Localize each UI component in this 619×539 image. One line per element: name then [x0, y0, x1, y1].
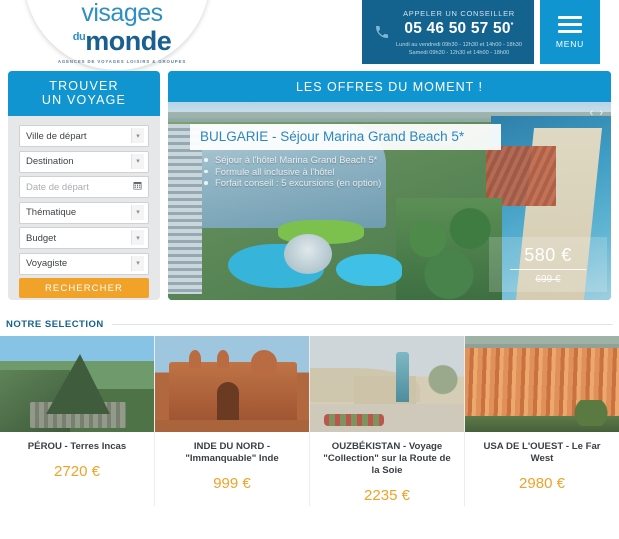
card-title: PÉROU - Terres Incas	[27, 441, 127, 452]
select-thematique-label: Thématique	[26, 207, 77, 218]
hours-saturday: Samedi 09h30 - 12h30 et 14h00 - 18h00	[408, 50, 510, 56]
card-image-inde	[155, 336, 309, 432]
chevron-down-icon: ▾	[131, 128, 144, 143]
search-panel: TROUVER UN VOYAGE Ville de départ ▾ Dest…	[8, 71, 160, 300]
contact-texts: APPELER UN CONSEILLER 05 46 50 57 50* Lu…	[396, 7, 522, 57]
offers-title: LES OFFRES DU MOMENT !	[168, 71, 611, 102]
logo-du: du	[72, 31, 86, 43]
input-date-depart[interactable]: Date de départ	[19, 176, 149, 198]
price-divider	[510, 269, 586, 270]
page-root: visages dumonde AGENCES DE VOYAGES LOISI…	[0, 0, 619, 539]
selection-cards: PÉROU - Terres Incas 2720 € INDE DU NORD…	[0, 336, 619, 506]
slider-arrows: ‹ ›	[590, 108, 603, 119]
logo-line1: visages	[81, 0, 163, 27]
offer-bullet: Formule all inclusive à l'hôtel	[204, 166, 381, 178]
calendar-icon[interactable]	[133, 181, 142, 190]
select-budget-label: Budget	[26, 232, 57, 244]
select-ville-depart-label: Ville de départ	[26, 130, 87, 142]
chevron-down-icon: ▾	[131, 230, 144, 245]
hamburger-icon	[558, 15, 582, 37]
top-row: TROUVER UN VOYAGE Ville de départ ▾ Dest…	[0, 71, 619, 308]
select-ville-depart[interactable]: Ville de départ ▾	[19, 125, 149, 147]
card-title: USA DE L'OUEST - Le Far West	[483, 441, 601, 464]
menu-label: MENU	[555, 38, 585, 49]
card-image-ouzbekistan	[310, 336, 464, 432]
menu-button[interactable]: MENU	[540, 0, 600, 64]
search-fields: Ville de départ ▾ Destination ▾ Date de …	[8, 116, 160, 275]
phone-number: 05 46 50 57 50	[404, 20, 511, 37]
card-body: PÉROU - Terres Incas 2720 €	[0, 432, 154, 480]
select-voyagiste[interactable]: Voyagiste ▾	[19, 252, 149, 275]
card-body: USA DE L'OUEST - Le Far West 2980 €	[465, 432, 619, 492]
hours-weekday: Lundi au vendredi 09h30 - 12h30 et 14h00…	[396, 42, 522, 48]
phone-icon	[376, 26, 389, 38]
logo-line2: dumonde	[52, 25, 192, 56]
offer-old-price: 699 €	[535, 274, 561, 285]
offer-title: BULGARIE - Séjour Marina Grand Beach 5*	[190, 124, 501, 150]
search-submit-button[interactable]: RECHERCHER	[19, 278, 149, 298]
offer-price: 580 €	[524, 245, 572, 265]
offer-slide[interactable]: ‹ › BULGARIE - Séjour Marina Grand Beach…	[168, 102, 611, 300]
card-body: OUZBÉKISTAN - Voyage "Collection" sur la…	[310, 432, 464, 504]
selection-divider	[111, 324, 613, 325]
card-image-peru	[0, 336, 154, 432]
offer-bullet: Séjour à l'hôtel Marina Grand Beach 5*	[204, 154, 381, 166]
search-title-line2: UN VOYAGE	[41, 93, 127, 107]
select-budget[interactable]: Budget ▾	[19, 227, 149, 249]
chevron-down-icon: ▾	[131, 153, 144, 169]
slider-prev-icon[interactable]: ‹	[590, 108, 594, 119]
card-body: INDE DU NORD - "Immanquable" Inde 999 €	[155, 432, 309, 492]
product-card[interactable]: USA DE L'OUEST - Le Far West 2980 €	[465, 336, 619, 506]
select-thematique[interactable]: Thématique ▾	[19, 201, 149, 224]
site-header: visages dumonde AGENCES DE VOYAGES LOISI…	[0, 0, 619, 70]
contact-phone[interactable]: 05 46 50 57 50*	[396, 20, 522, 38]
phone-asterisk: *	[510, 21, 514, 29]
contact-label: APPELER UN CONSEILLER	[403, 9, 515, 18]
selection-header: NOTRE SELECTION	[6, 319, 619, 330]
card-title: INDE DU NORD - "Immanquable" Inde	[185, 441, 279, 464]
search-panel-title: TROUVER UN VOYAGE	[8, 71, 160, 116]
logo-tagline: AGENCES DE VOYAGES LOISIRS & GROUPES	[57, 59, 187, 64]
slider-next-icon[interactable]: ›	[599, 108, 603, 119]
card-price: 999 €	[213, 475, 251, 492]
chevron-down-icon: ▾	[131, 255, 144, 271]
select-destination-label: Destination	[26, 156, 74, 167]
search-title-line1: TROUVER	[49, 79, 119, 93]
product-card[interactable]: OUZBÉKISTAN - Voyage "Collection" sur la…	[310, 336, 465, 506]
offer-bullets: Séjour à l'hôtel Marina Grand Beach 5* F…	[204, 154, 381, 189]
contact-block[interactable]: APPELER UN CONSEILLER 05 46 50 57 50* Lu…	[362, 0, 534, 64]
selection-title: NOTRE SELECTION	[6, 319, 104, 330]
offer-bullet: Forfait conseil : 5 excursions (en optio…	[204, 177, 381, 189]
select-destination[interactable]: Destination ▾	[19, 150, 149, 173]
card-image-usa	[465, 336, 619, 432]
product-card[interactable]: PÉROU - Terres Incas 2720 €	[0, 336, 155, 506]
site-logo[interactable]: visages dumonde AGENCES DE VOYAGES LOISI…	[52, 0, 192, 65]
logo-monde: monde	[85, 26, 172, 56]
offer-price-box: 580 € 699 €	[489, 237, 607, 292]
card-price: 2235 €	[364, 487, 410, 504]
input-date-depart-placeholder: Date de départ	[26, 181, 89, 193]
select-voyagiste-label: Voyagiste	[26, 258, 68, 269]
card-price: 2720 €	[54, 463, 100, 480]
product-card[interactable]: INDE DU NORD - "Immanquable" Inde 999 €	[155, 336, 310, 506]
card-title: OUZBÉKISTAN - Voyage "Collection" sur la…	[323, 441, 451, 476]
chevron-down-icon: ▾	[131, 204, 144, 220]
card-price: 2980 €	[519, 475, 565, 492]
offers-slider: LES OFFRES DU MOMENT ! ‹ › BULGARIE - Sé…	[168, 71, 611, 300]
